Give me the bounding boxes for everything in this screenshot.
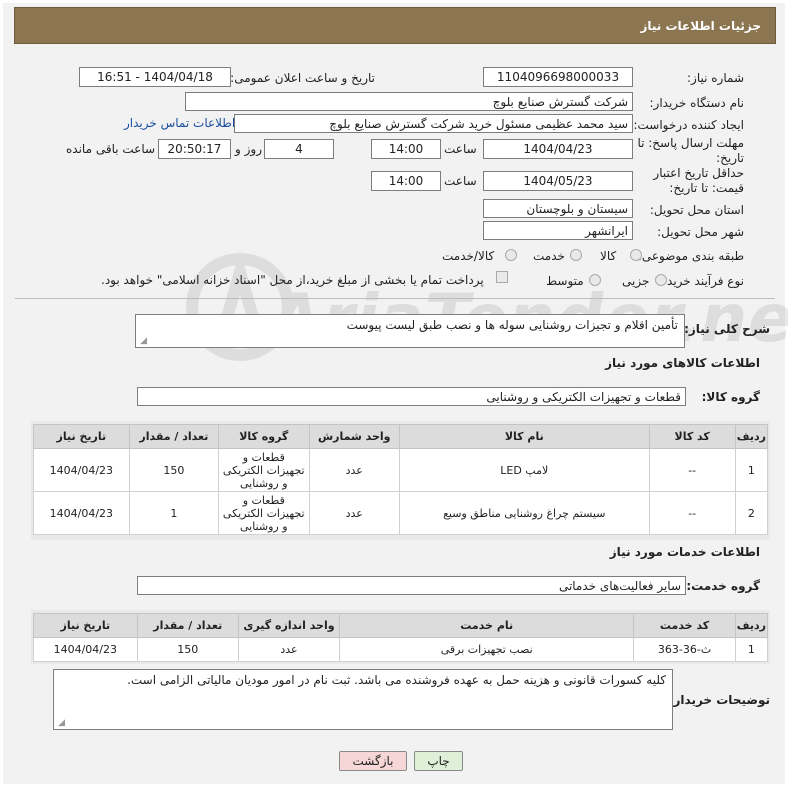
row-group: قطعات و تجهیزات الکتریکی و روشنایی — [218, 448, 310, 492]
description-label: شرح کلی نیاز: — [684, 322, 770, 336]
table-row[interactable]: 1 ث-36-363 نصب تجهیزات برقی عدد 150 1404… — [33, 637, 769, 662]
description-text: تأمین اقلام و تجیزات روشنایی سوله ها و ن… — [346, 318, 678, 332]
price-time-field: 14:00 — [371, 171, 441, 191]
reply-deadline-label: مهلت ارسال پاسخ: تا تاریخ: — [637, 136, 744, 165]
row-group: قطعات و تجهیزات الکتریکی و روشنایی — [218, 491, 310, 535]
city-label: شهر محل تحویل: — [657, 225, 744, 239]
days-label: روز و — [235, 142, 262, 156]
buyer-org-label: نام دستگاه خریدار: — [649, 96, 745, 110]
col-unit: واحد شمارش — [308, 424, 401, 449]
remaining-label: ساعت باقی مانده — [66, 142, 156, 156]
resize-grip-icon[interactable]: ◢ — [57, 719, 65, 728]
services-group-field: سایر فعالیت‌های خدماتی — [137, 576, 686, 595]
resize-grip-icon[interactable]: ◢ — [139, 337, 147, 346]
row-code: ث-36-363 — [633, 637, 736, 662]
need-number-field: 1104096698000033 — [483, 67, 633, 87]
back-button[interactable]: بازگشت — [339, 751, 407, 771]
process-radio-minor[interactable] — [655, 274, 667, 286]
announce-field: 1404/04/18 - 16:51 — [79, 67, 231, 87]
row-date: 1404/04/23 — [33, 491, 130, 535]
category-radio-service[interactable] — [570, 249, 582, 261]
announce-label: تاریخ و ساعت اعلان عمومی: — [230, 71, 375, 85]
row-name: لامپ LED — [399, 448, 650, 492]
requester-label: ایجاد کننده درخواست: — [633, 118, 744, 132]
goods-group-label: گروه کالا: — [701, 390, 760, 404]
requester-field: سید محمد عظیمی مسئول خرید شرکت گسترش صنا… — [234, 114, 633, 133]
category-radio-goods-service[interactable] — [505, 249, 517, 261]
category-option-goods: کالا — [600, 249, 617, 263]
city-field: ایرانشهر — [483, 221, 633, 240]
col-unit: واحد اندازه گیری — [237, 613, 341, 638]
col-date: تاریخ نیاز — [33, 424, 130, 449]
col-code: کد کالا — [648, 424, 736, 449]
days-field: 4 — [264, 139, 334, 159]
table-row[interactable]: 1 -- لامپ LED عدد قطعات و تجهیزات الکتری… — [33, 448, 769, 492]
col-name: نام کالا — [399, 424, 650, 449]
row-name: سیستم چراغ روشنایی مناطق وسیع — [399, 491, 650, 535]
payment-checkbox[interactable] — [496, 271, 508, 283]
price-validity-label: حداقل تاریخ اعتبار قیمت: تا تاریخ: — [653, 166, 744, 195]
province-label: استان محل تحویل: — [649, 203, 744, 217]
row-code: -- — [648, 448, 736, 492]
print-button[interactable]: چاپ — [414, 751, 463, 771]
table-row[interactable]: 2 -- سیستم چراغ روشنایی مناطق وسیع عدد ق… — [33, 491, 769, 535]
page-header: جزئیات اطلاعات نیاز — [14, 7, 776, 44]
row-unit: عدد — [237, 637, 341, 662]
row-qty: 1 — [128, 491, 220, 535]
buyer-contact-link[interactable]: اطلاعات تماس خریدار — [124, 116, 235, 130]
col-index: ردیف — [734, 613, 769, 638]
row-date: 1404/04/23 — [33, 637, 138, 662]
row-index: 1 — [734, 637, 769, 662]
goods-section-title: اطلاعات کالاهای مورد نیاز — [605, 356, 760, 370]
category-label: طبقه بندی موضوعی: — [637, 249, 744, 263]
process-option-minor: جزیی — [622, 274, 650, 288]
row-unit: عدد — [308, 448, 401, 492]
description-textarea[interactable]: تأمین اقلام و تجیزات روشنایی سوله ها و ن… — [135, 314, 685, 348]
services-section-title: اطلاعات خدمات مورد نیاز — [609, 545, 760, 559]
buyer-notes-text: کلیه کسورات قانونی و هزینه حمل به عهده ف… — [127, 673, 666, 687]
need-number-label: شماره نیاز: — [687, 71, 744, 85]
col-qty: تعداد / مقدار — [128, 424, 220, 449]
buyer-org-field: شرکت گسترش صنایع بلوچ — [185, 92, 633, 111]
reply-date-field: 1404/04/23 — [483, 139, 633, 159]
province-field: سیستان و بلوچستان — [483, 199, 633, 218]
reply-time-label: ساعت — [444, 142, 477, 156]
reply-time-field: 14:00 — [371, 139, 441, 159]
col-group: گروه کالا — [218, 424, 310, 449]
row-code: -- — [648, 491, 736, 535]
category-option-goods-service: کالا/خدمت — [442, 249, 495, 263]
category-radio-goods[interactable] — [630, 249, 642, 261]
row-date: 1404/04/23 — [33, 448, 130, 492]
col-name: نام خدمت — [339, 613, 635, 638]
row-qty: 150 — [128, 448, 220, 492]
category-option-service: خدمت — [533, 249, 565, 263]
row-index: 2 — [734, 491, 769, 535]
buyer-notes-textarea[interactable]: کلیه کسورات قانونی و هزینه حمل به عهده ف… — [53, 669, 673, 730]
services-table: ردیف کد خدمت نام خدمت واحد اندازه گیری ت… — [33, 613, 769, 662]
services-group-label: گروه خدمت: — [686, 579, 760, 593]
col-qty: تعداد / مقدار — [136, 613, 239, 638]
buyer-notes-label: توضیحات خریدار: — [668, 693, 770, 707]
goods-table-header: ردیف کد کالا نام کالا واحد شمارش گروه کا… — [33, 424, 769, 449]
divider — [15, 298, 775, 299]
services-table-header: ردیف کد خدمت نام خدمت واحد اندازه گیری ت… — [33, 613, 769, 638]
row-unit: عدد — [308, 491, 401, 535]
process-label: نوع فرآیند خرید : — [659, 274, 744, 288]
col-code: کد خدمت — [633, 613, 736, 638]
row-qty: 150 — [136, 637, 239, 662]
col-date: تاریخ نیاز — [33, 613, 138, 638]
payment-note: پرداخت تمام یا بخشی از مبلغ خرید،از محل … — [101, 273, 484, 287]
price-time-label: ساعت — [444, 174, 477, 188]
col-index: ردیف — [734, 424, 769, 449]
goods-group-field: قطعات و تجهیزات الکتریکی و روشنایی — [137, 387, 686, 406]
goods-table: ردیف کد کالا نام کالا واحد شمارش گروه کا… — [33, 424, 769, 535]
row-name: نصب تجهیزات برقی — [339, 637, 635, 662]
process-radio-medium[interactable] — [589, 274, 601, 286]
price-date-field: 1404/05/23 — [483, 171, 633, 191]
row-index: 1 — [734, 448, 769, 492]
page-title: جزئیات اطلاعات نیاز — [640, 19, 761, 33]
process-option-medium: متوسط — [546, 274, 584, 288]
remaining-time-field: 20:50:17 — [158, 139, 231, 159]
